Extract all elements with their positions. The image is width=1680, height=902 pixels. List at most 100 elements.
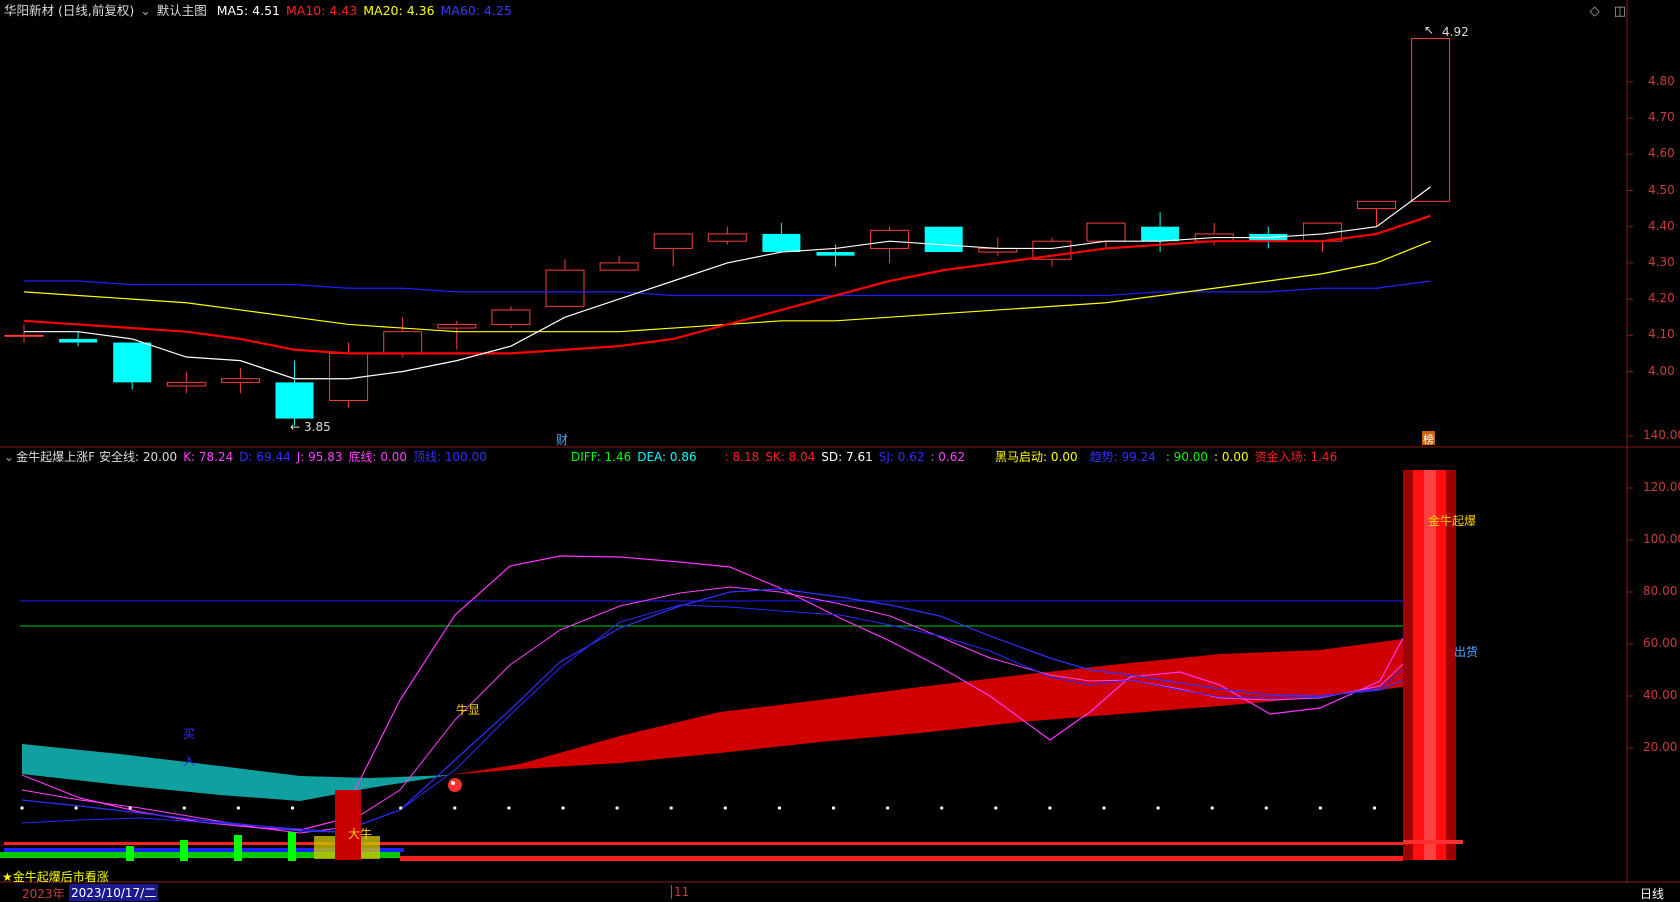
badge-text: 榜 [1423,432,1434,446]
dot [128,806,132,810]
sd-value: SD: 7.61 [821,450,873,464]
main-axis-label: 4.30 [1648,254,1675,269]
dot [20,806,24,810]
earnings-marker[interactable]: 财 [556,433,568,447]
candle-body[interactable] [653,233,693,249]
main-axis-label: 4.50 [1648,182,1675,197]
main-axis-label: 4.80 [1648,73,1675,88]
jinniu-label: 金牛起爆 [1428,513,1476,528]
main-axis-label: 4.40 [1648,218,1675,233]
d-value: D: 69.44 [239,450,291,464]
sub-axis-label: 80.00 [1643,584,1678,598]
candles [4,37,1451,426]
candle-body[interactable] [383,331,423,354]
sub-axis-label: 100.00 [1643,532,1680,546]
ma20-line [23,240,1431,333]
candle-body[interactable] [1141,226,1180,242]
main-axis-label: 4.70 [1648,110,1675,125]
buy-ball-highlight [451,781,455,785]
indicator-name[interactable]: 金牛起爆上涨F [16,450,95,464]
main-axis-label: 4.20 [1648,291,1675,306]
low-arrow: ← [290,420,300,434]
candle-body[interactable] [275,382,314,419]
ma5-line [24,186,1431,380]
dot [290,806,295,810]
dot [507,806,511,810]
candle-body[interactable] [870,229,910,249]
dot [74,806,78,810]
dea-value: DEA: 0.86 [637,450,697,464]
high-price: 4.92 [1442,25,1469,39]
heima-value: 黑马启动: 0.00 [995,450,1078,464]
period-button[interactable]: 日线 [1640,885,1664,902]
trend-value: 趋势: 99.24 [1089,450,1156,464]
sub-chart-header: ⌄ 金牛起爆上涨F 安全线: 20.00 K: 78.24 D: 69.44 J: 95.… [4,447,493,467]
buy-zone-band [22,744,450,801]
dot [723,806,727,810]
dot [399,806,403,810]
sub-dropdown-icon[interactable]: ⌄ [4,450,14,464]
niuxian-label: 牛显 [456,702,480,717]
dot [1156,806,1160,810]
sub-chart-header-2: DIFF: 1.46 DEA: 0.86 : 8.18 SK: 8.04 SD: 7.6… [571,447,1343,467]
sk-value: SK: 8.04 [765,450,816,464]
candle-body[interactable] [762,233,801,253]
candle-body[interactable] [924,226,963,253]
sub-axis-label: 140.00 [1643,428,1680,442]
date-cursor: 2023/10/17/二 [69,884,159,901]
footer-bar: ★金牛起爆后市看涨 2023年 2023/10/17/二 11 日线 [0,870,1680,902]
dot [1372,806,1377,810]
k-value: K: 78.24 [183,450,234,464]
candle-body[interactable] [59,338,98,343]
main-axis-label: 4.00 [1648,363,1675,378]
candle-body[interactable] [220,378,260,383]
candle-body[interactable] [707,233,747,242]
sub-axis-label: 20.00 [1643,740,1678,754]
candle-body[interactable] [437,323,477,329]
dot [1264,806,1268,810]
v1-value: : 8.18 [724,450,760,464]
green-signal-2 [180,840,188,861]
dots-row [20,806,1377,810]
month-label: 11 [671,885,689,899]
top-line-value: 顶线: 100.00 [413,450,487,464]
candle-body[interactable] [1411,37,1451,202]
dot [1048,806,1052,810]
dot [1318,806,1322,810]
buy-ball-icon [448,778,462,792]
diff-value: DIFF: 1.46 [571,450,632,464]
sj-value: SJ: 0.62 [878,450,925,464]
dot [669,806,673,810]
candle-body[interactable] [4,334,44,337]
main-axis-label: 4.10 [1648,327,1675,342]
sub-axis-label: 120.00 [1643,480,1680,494]
sub-axis-ticks [1627,435,1633,749]
green-signal-3 [234,835,242,861]
dot [561,806,565,810]
candle-body[interactable] [166,381,206,387]
dot [831,806,836,810]
candle-body[interactable] [1357,200,1396,210]
candle-body[interactable] [113,342,152,383]
v2-value: : 0.62 [930,450,966,464]
bottom-line-value: 底线: 0.00 [348,450,408,464]
jinniu-bar-highlight [1424,470,1436,860]
sub-axis-label: 40.00 [1643,688,1678,702]
k-line [21,586,1404,834]
base-red-bar [400,856,1403,861]
ma60-line [24,280,1431,297]
candle-body[interactable] [545,269,585,307]
candle-body[interactable] [599,262,639,271]
candle-body[interactable] [1086,222,1126,242]
green-signal-4 [288,832,296,861]
v3-value: : 90.00 [1165,450,1209,464]
daniu-label: 大牛 [348,826,372,841]
dot [615,806,619,810]
candle-body[interactable] [816,252,855,256]
sub-axis-label: 60.00 [1643,636,1678,650]
dot [236,806,240,810]
green-signal-1 [126,846,134,861]
capital-value: 资金入场: 1.46 [1254,450,1338,464]
dot [1210,806,1214,810]
candle-body[interactable] [491,309,531,325]
